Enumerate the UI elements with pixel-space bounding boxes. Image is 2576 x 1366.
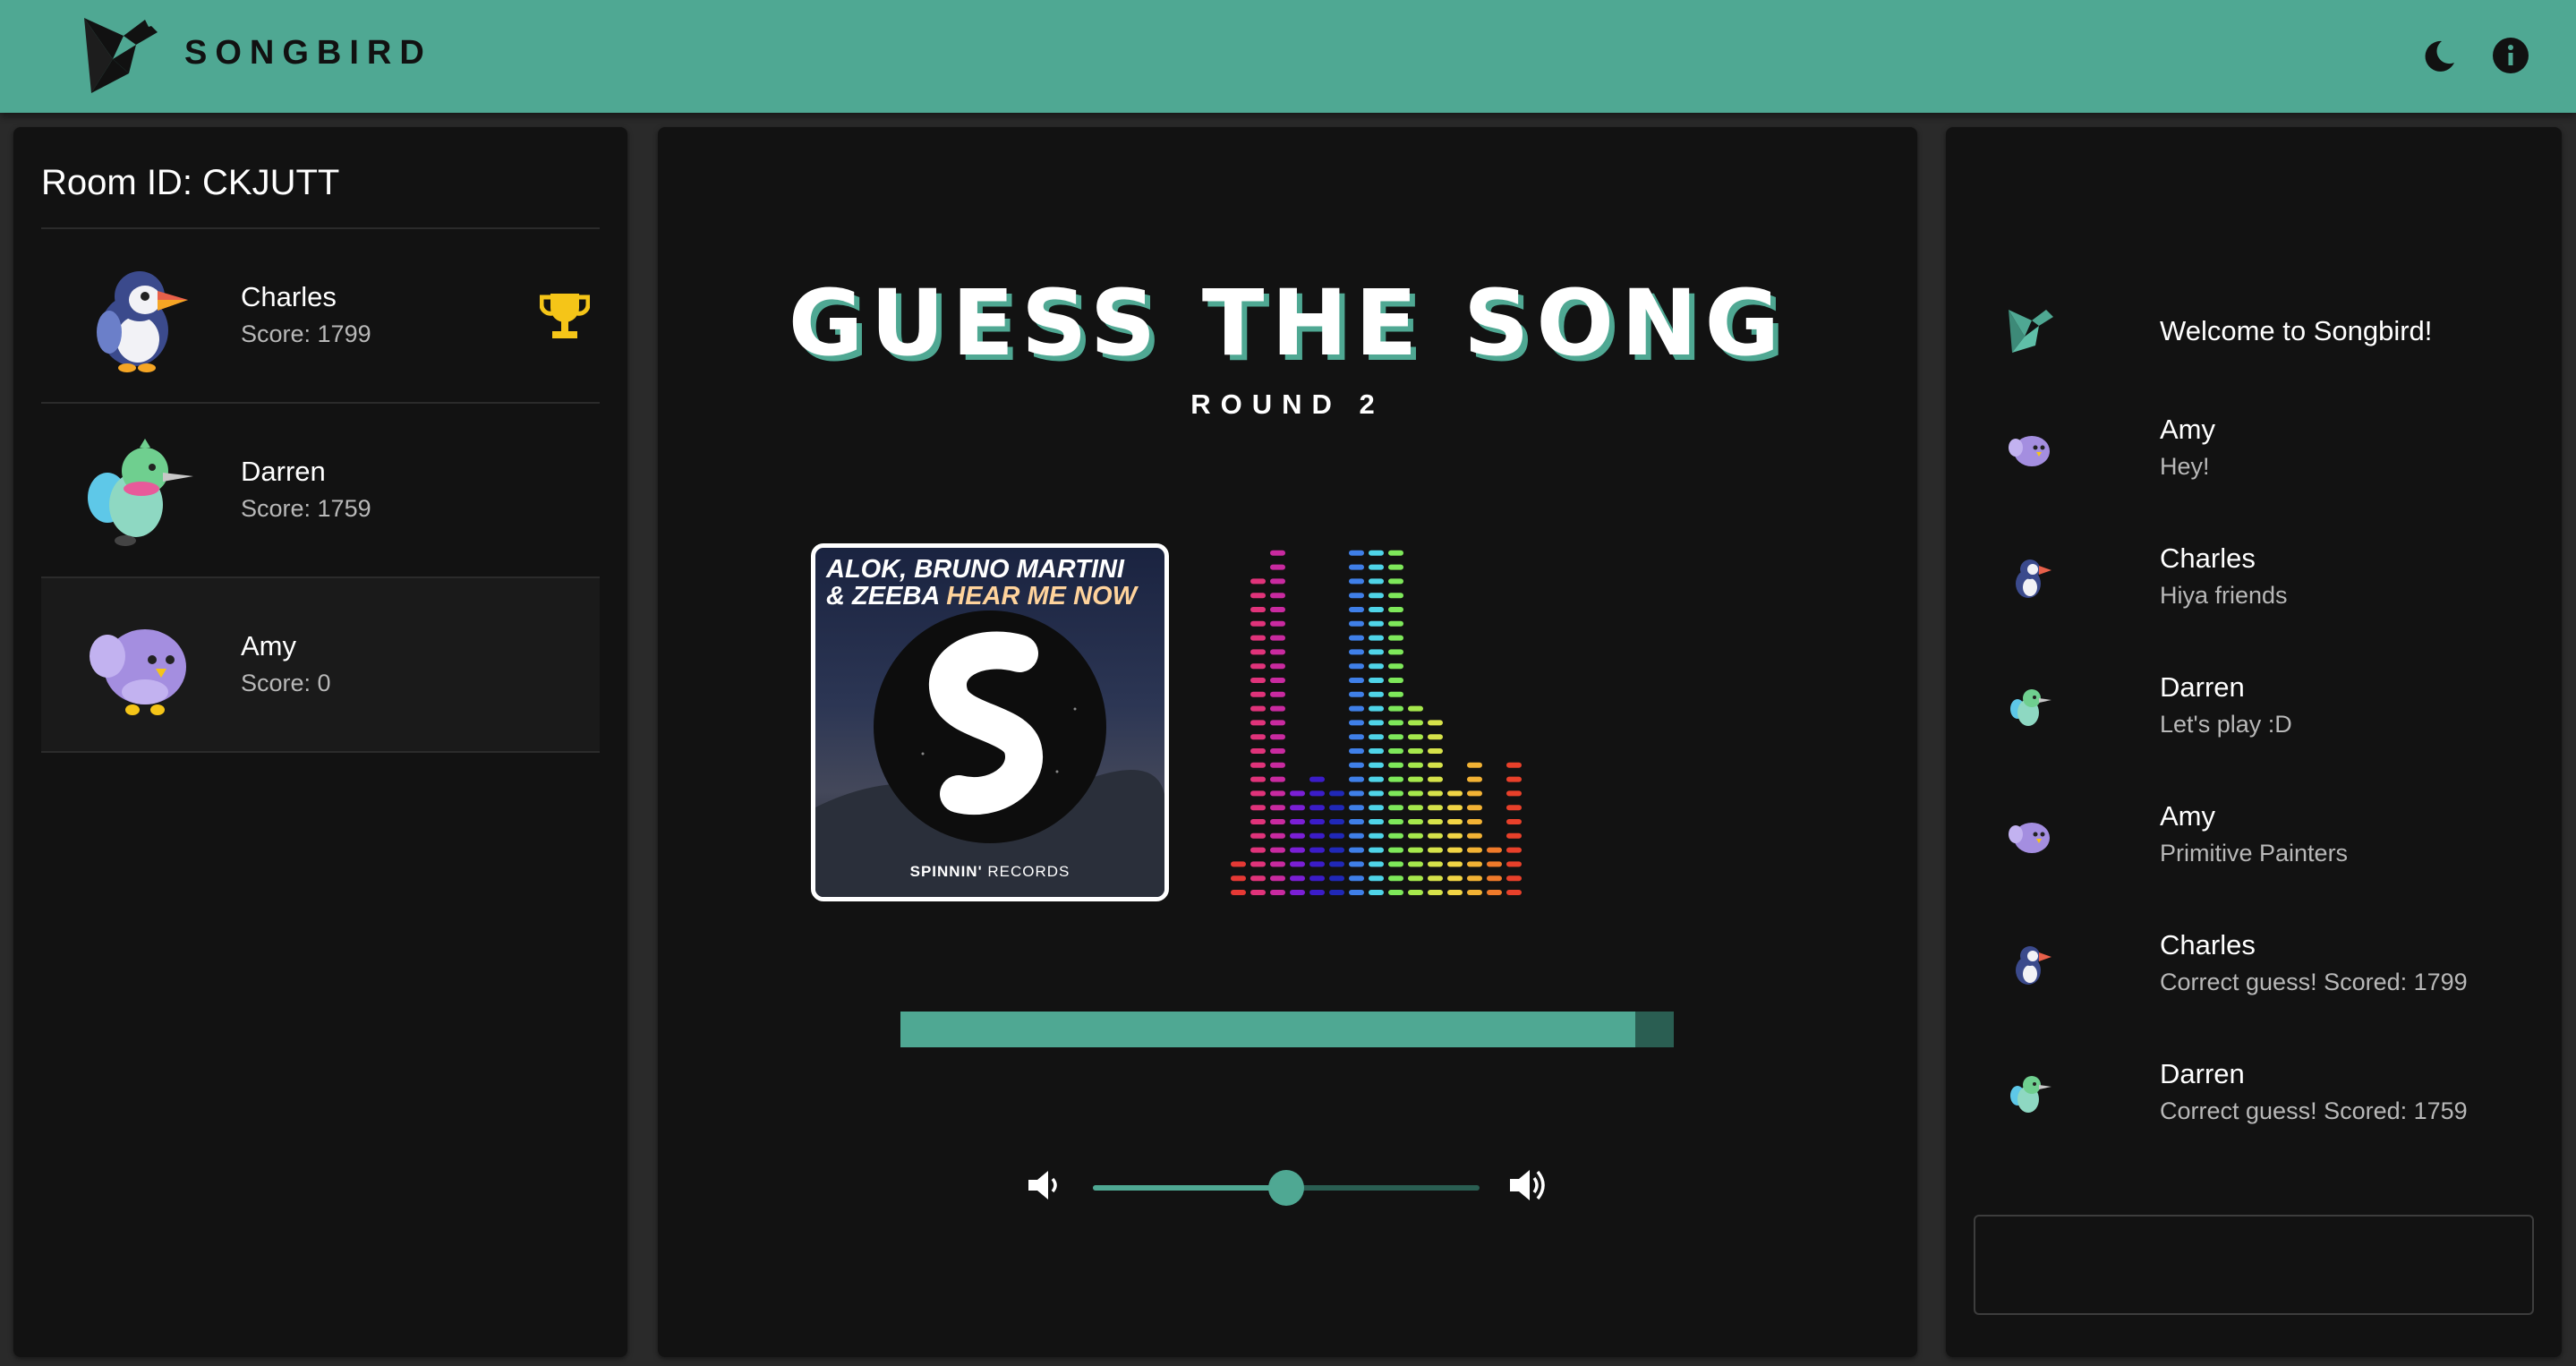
equalizer-bar	[1349, 550, 1364, 895]
chat-message-text: Correct guess! Scored: 1799	[2160, 969, 2468, 995]
songbird-logo-icon	[2009, 310, 2053, 353]
album-song-title: HEAR ME NOW	[946, 582, 1137, 610]
equalizer-bar	[1329, 790, 1344, 895]
audio-equalizer	[1231, 550, 1522, 895]
song-progress-fill	[900, 1012, 1635, 1047]
green-bird-icon	[2010, 689, 2051, 726]
equalizer-bar	[1369, 550, 1384, 895]
game-panel: GUESS THE SONG ROUND 2 ALOK, BRUNO MARTI…	[658, 127, 1917, 1357]
purple-bird-avatar	[90, 629, 186, 715]
chat-message-text: Welcome to Songbird!	[2160, 315, 2433, 346]
player-row-charles: Charles Score: 1799	[41, 229, 600, 404]
album-artist-line: ALOK, BRUNO MARTINI	[826, 555, 1124, 584]
chat-input[interactable]	[1974, 1215, 2534, 1315]
equalizer-bar	[1447, 790, 1463, 895]
volume-slider[interactable]	[1093, 1170, 1480, 1206]
player-name: Amy	[241, 630, 296, 662]
player-row-amy: Amy Score: 0	[41, 578, 600, 753]
puffin-avatar	[97, 271, 188, 372]
chat-message-text: Hiya friends	[2160, 582, 2288, 609]
chat-panel: Welcome to Songbird! Amy Hey! Charles Hi…	[1946, 127, 2562, 1357]
round-label: ROUND 2	[1190, 388, 1385, 420]
equalizer-bar	[1250, 578, 1266, 895]
player-row-darren: Darren Score: 1759	[41, 404, 600, 578]
bird-logo-icon	[84, 18, 158, 93]
equalizer-bar	[1309, 776, 1325, 895]
album-title-line: & ZEEBA HEAR ME NOW	[826, 582, 1137, 610]
record-label-suffix: RECORDS	[982, 863, 1070, 880]
purple-bird-icon	[2009, 823, 2050, 853]
chat-sender: Charles	[2160, 542, 2256, 574]
chat-sender: Darren	[2160, 671, 2245, 703]
chat-sender: Amy	[2160, 414, 2215, 445]
equalizer-bar	[1231, 861, 1246, 895]
info-icon	[2493, 38, 2529, 73]
chat-message-text: Let's play :D	[2160, 711, 2292, 738]
equalizer-bar	[1506, 762, 1522, 895]
record-label: SPINNIN' RECORDS	[815, 863, 1164, 881]
info-button[interactable]	[2486, 30, 2536, 81]
volume-up-icon[interactable]	[1506, 1164, 1549, 1207]
equalizer-bar	[1270, 550, 1285, 895]
equalizer-bar	[1467, 762, 1482, 895]
green-bird-icon	[2010, 1076, 2051, 1113]
equalizer-bar	[1408, 705, 1423, 895]
volume-down-icon[interactable]	[1025, 1165, 1064, 1205]
puffin-icon	[2016, 946, 2051, 985]
record-label-name: SPINNIN'	[909, 863, 983, 880]
album-artist-suffix: & ZEEBA	[826, 582, 947, 610]
dark-mode-button[interactable]	[2415, 30, 2465, 81]
chat-sender: Charles	[2160, 929, 2256, 960]
chat-message-text: Primitive Painters	[2160, 840, 2349, 867]
chat-message-text: Hey!	[2160, 453, 2210, 480]
chat-sender: Darren	[2160, 1058, 2245, 1089]
app-header: SONGBIRD	[0, 0, 2576, 113]
game-title: GUESS THE SONG	[788, 270, 1787, 377]
players-panel: Room ID: CKJUTT Charles Score: 1799 Darr…	[13, 127, 627, 1357]
chat-sender: Amy	[2160, 800, 2215, 832]
app-title: SONGBIRD	[184, 34, 432, 72]
player-score: Score: 1759	[241, 495, 371, 522]
room-id: Room ID: CKJUTT	[41, 163, 340, 202]
equalizer-bar	[1290, 790, 1305, 895]
equalizer-bar	[1487, 847, 1502, 895]
puffin-icon	[2016, 559, 2051, 598]
equalizer-bar	[1388, 550, 1403, 895]
moon-icon	[2425, 40, 2454, 72]
trophy-icon	[540, 294, 590, 338]
player-name: Darren	[241, 456, 326, 487]
player-score: Score: 1799	[241, 320, 371, 347]
volume-slider-thumb[interactable]	[1268, 1170, 1304, 1206]
player-list: Charles Score: 1799 Darren Score: 1759 A…	[41, 227, 600, 753]
album-cover: ALOK, BRUNO MARTINI & ZEEBA HEAR ME NOW …	[811, 543, 1169, 901]
equalizer-bar	[1428, 720, 1443, 895]
player-name: Charles	[241, 281, 337, 312]
green-bird-avatar	[88, 439, 193, 546]
volume-slider-fill	[1093, 1185, 1286, 1191]
song-progress-bar	[900, 1012, 1674, 1047]
player-score: Score: 0	[241, 670, 331, 696]
purple-bird-icon	[2009, 436, 2050, 466]
chat-message-text: Correct guess! Scored: 1759	[2160, 1097, 2468, 1124]
